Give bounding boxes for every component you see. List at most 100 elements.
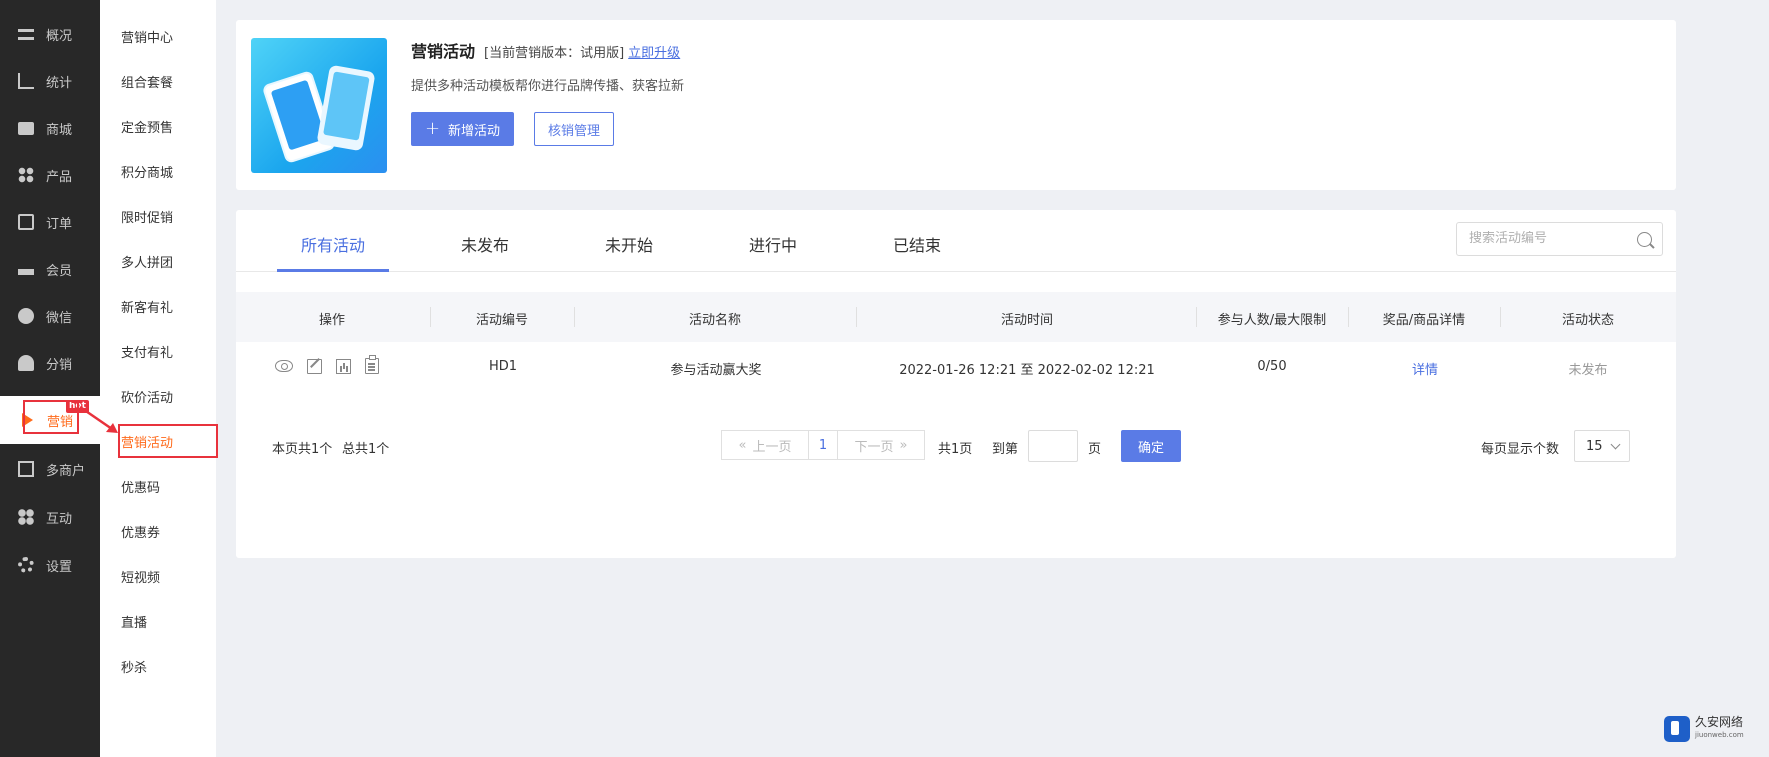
watermark-logo-icon [1664, 716, 1690, 742]
nav-label: 订单 [46, 216, 73, 232]
subnav-item[interactable]: 砍价活动 [121, 387, 173, 406]
activity-banner-image [251, 38, 387, 173]
stats-icon [18, 73, 34, 89]
column-header: 操作 [318, 313, 346, 328]
nav-item-orders[interactable]: 订单 [0, 198, 100, 246]
page-item-count: 本页共1个 [272, 442, 333, 457]
nav-label: 设置 [46, 559, 73, 575]
nav-item-interaction[interactable]: 互动 [0, 493, 100, 541]
clipboard-icon[interactable] [365, 355, 379, 374]
goto-page-input[interactable] [1028, 430, 1078, 462]
subnav-item[interactable]: 积分商城 [121, 162, 173, 181]
tab-not-started[interactable]: 未开始 [605, 232, 653, 256]
nav-item-members[interactable]: 会员 [0, 245, 100, 293]
column-header: 活动名称 [688, 313, 742, 328]
new-activity-label: 新增活动 [448, 123, 501, 139]
total-item-count: 总共1个 [342, 442, 390, 457]
subnav-item[interactable]: 秒杀 [121, 657, 147, 676]
subnav-item[interactable]: 组合套餐 [121, 72, 173, 91]
nav-label: 多商户 [46, 463, 86, 479]
goto-label: 到第 [992, 442, 1019, 457]
watermark: 久安网络 jiuonweb.com [1664, 716, 1744, 742]
subnav-item[interactable]: 支付有礼 [121, 342, 173, 361]
gear-icon [18, 557, 34, 573]
status-badge: 未发布 [1568, 363, 1608, 378]
prev-page-label: 上一页 [752, 439, 792, 455]
nav-label: 分销 [46, 357, 73, 373]
watermark-name: 久安网络 [1695, 715, 1744, 729]
subnav-item[interactable]: 新客有礼 [121, 297, 173, 316]
interact-icon [18, 509, 34, 525]
page-size-value: 15 [1586, 438, 1603, 454]
annotation-box-activity [118, 424, 218, 458]
subnav-item[interactable]: 营销中心 [121, 27, 173, 46]
next-page-button[interactable]: 下一页 » [837, 430, 925, 460]
subnav-item[interactable]: 多人拼团 [121, 252, 173, 271]
subnav-item[interactable]: 直播 [121, 612, 147, 631]
participants-count: 0/50 [1257, 359, 1287, 374]
layers-icon [18, 28, 34, 40]
row-actions [275, 355, 379, 374]
nav-item-distribution[interactable]: 分销 [0, 339, 100, 387]
verify-management-button[interactable]: 核销管理 [534, 112, 614, 146]
crown-icon [18, 263, 34, 275]
page-size-select[interactable]: 15 [1574, 430, 1630, 462]
prev-page-button[interactable]: « 上一页 [721, 430, 809, 460]
current-page[interactable]: 1 [808, 430, 838, 460]
detail-link[interactable]: 详情 [1412, 359, 1438, 378]
new-activity-button[interactable]: + 新增活动 [411, 112, 514, 146]
column-header: 参与人数/最大限制 [1217, 313, 1327, 328]
annotation-box-marketing [23, 400, 79, 434]
nav-item-wechat[interactable]: 微信 [0, 292, 100, 340]
nav-label: 概况 [46, 28, 73, 44]
search-icon[interactable] [1637, 232, 1652, 247]
tab-in-progress[interactable]: 进行中 [749, 232, 797, 256]
page-description: 提供多种活动模板帮你进行品牌传播、获客拉新 [411, 79, 685, 94]
activity-header-card: 营销活动 [当前营销版本：试用版] 立即升级 提供多种活动模板帮你进行品牌传播、… [236, 20, 1676, 190]
nav-item-shop[interactable]: 商城 [0, 104, 100, 152]
next-page-label: 下一页 [854, 439, 894, 455]
nav-item-stats[interactable]: 统计 [0, 57, 100, 105]
nav-label: 会员 [46, 263, 73, 279]
main-nav: 概况 统计 商城 产品 订单 会员 微信 分销 营销 hot 多商户 互动 设置 [0, 0, 100, 757]
wechat-icon [18, 308, 34, 324]
order-icon [18, 214, 34, 230]
tab-all[interactable]: 所有活动 [301, 232, 365, 256]
nav-label: 互动 [46, 511, 73, 527]
sub-nav: 营销中心 组合套餐 定金预售 积分商城 限时促销 多人拼团 新客有礼 支付有礼 … [100, 0, 216, 757]
search-box [1456, 222, 1663, 256]
subnav-item[interactable]: 定金预售 [121, 117, 173, 136]
plus-icon: + [424, 118, 441, 139]
subnav-item[interactable]: 短视频 [121, 567, 160, 586]
upgrade-link[interactable]: 立即升级 [628, 42, 680, 61]
subnav-item[interactable]: 优惠码 [121, 477, 160, 496]
eye-icon[interactable] [275, 360, 293, 372]
subnav-item[interactable]: 优惠券 [121, 522, 160, 541]
double-chevron-right-icon: » [899, 437, 908, 453]
confirm-goto-button[interactable]: 确定 [1121, 430, 1181, 462]
activity-name: 参与活动赢大奖 [670, 363, 762, 378]
column-header: 奖品/商品详情 [1382, 313, 1466, 328]
search-input[interactable] [1469, 231, 1629, 246]
tab-ended[interactable]: 已结束 [893, 232, 941, 256]
nav-label: 微信 [46, 310, 73, 326]
total-pages: 共1页 [938, 442, 973, 457]
subnav-item[interactable]: 限时促销 [121, 207, 173, 226]
column-header: 活动时间 [1000, 313, 1054, 328]
tab-bar: 所有活动 未发布 未开始 进行中 已结束 [236, 210, 1676, 272]
nav-item-overview[interactable]: 概况 [0, 10, 100, 58]
users-icon [18, 355, 34, 371]
grid-icon [18, 167, 34, 183]
page-unit-label: 页 [1088, 442, 1102, 457]
shop-icon [18, 121, 34, 135]
nav-label: 产品 [46, 169, 73, 185]
tab-active-indicator [277, 269, 389, 272]
edit-icon[interactable] [307, 359, 322, 374]
tab-unpublished[interactable]: 未发布 [461, 232, 509, 256]
table-row: HD1 参与活动赢大奖 2022-01-26 12:21 至 2022-02-0… [236, 342, 1676, 392]
chart-icon[interactable] [336, 359, 351, 374]
chevron-down-icon [1610, 439, 1621, 450]
nav-item-settings[interactable]: 设置 [0, 541, 100, 589]
nav-item-merchants[interactable]: 多商户 [0, 445, 100, 493]
nav-item-products[interactable]: 产品 [0, 151, 100, 199]
